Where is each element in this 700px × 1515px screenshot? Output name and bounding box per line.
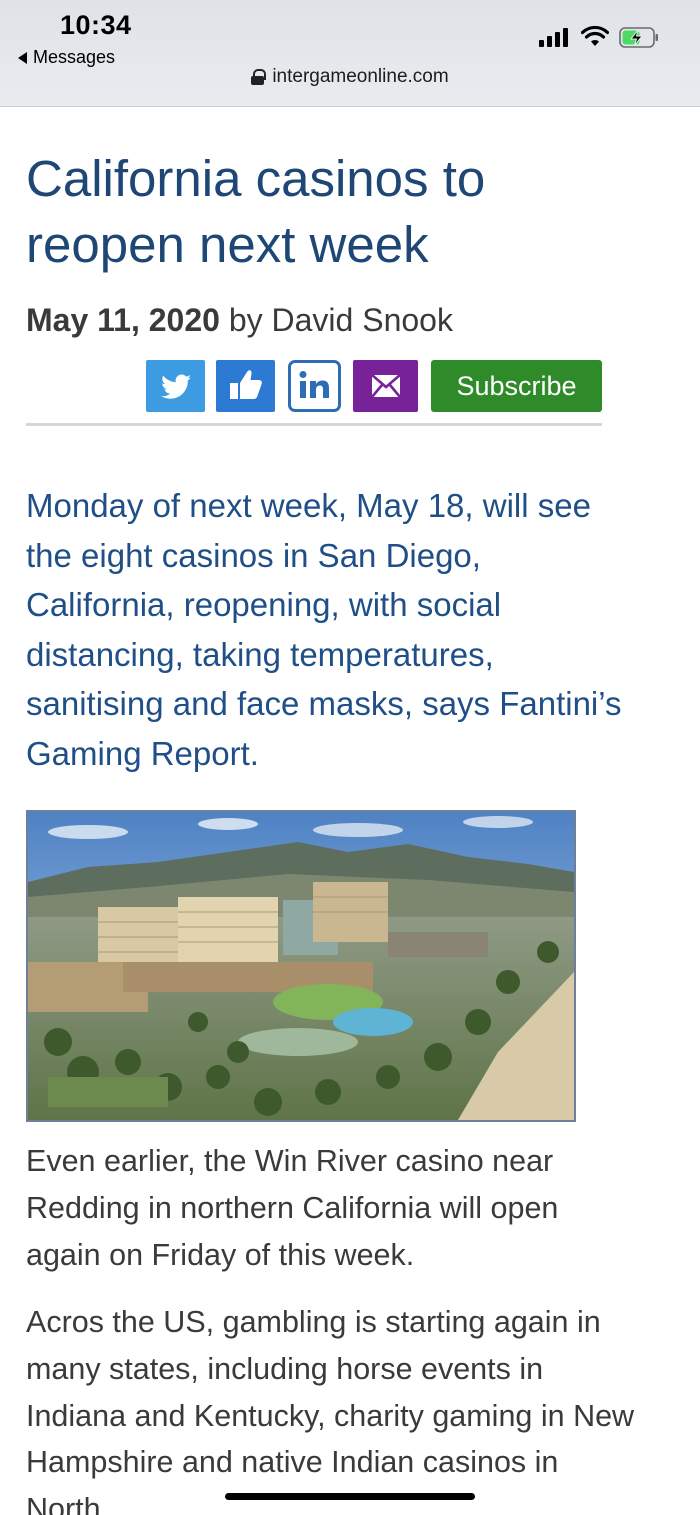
back-label: Messages: [33, 47, 116, 67]
byline: May 11, 2020 by David Snook: [26, 302, 453, 339]
share-facebook-button[interactable]: [216, 360, 275, 412]
linkedin-icon: [299, 371, 329, 398]
back-to-messages[interactable]: Messages: [18, 47, 115, 68]
share-linkedin-button[interactable]: [288, 360, 341, 412]
status-time: 10:34: [60, 10, 132, 40]
byline-by: by: [228, 302, 263, 338]
url-text: intergameonline.com: [272, 66, 449, 87]
share-email-button[interactable]: [353, 360, 418, 412]
article-author: David Snook: [271, 302, 453, 338]
header-divider: [26, 423, 602, 426]
facebook-like-icon: [229, 370, 262, 399]
share-twitter-button[interactable]: [146, 360, 205, 412]
casino-resort-photo: [26, 810, 576, 1122]
url-bar[interactable]: intergameonline.com: [0, 66, 700, 88]
battery-charging-icon: [619, 27, 658, 48]
article-date: May 11, 2020: [26, 302, 220, 338]
lock-icon: [251, 69, 267, 85]
twitter-icon: [160, 374, 191, 399]
browser-chrome: 10:34 Messages intergameonline.com: [0, 0, 700, 107]
subscribe-button[interactable]: Subscribe: [431, 360, 602, 412]
cellular-signal-icon: [539, 27, 568, 47]
wifi-icon: [581, 25, 609, 46]
back-arrow-icon: [18, 51, 27, 64]
email-icon: [370, 374, 401, 398]
home-indicator[interactable]: [225, 1493, 475, 1500]
article-paragraph-2: Acros the US, gambling is starting again…: [26, 1305, 635, 1515]
article-title: California casinos to reopen next week: [26, 150, 486, 273]
article-lead: Monday of next week, May 18, will see th…: [26, 487, 622, 772]
article-paragraph-1: Even earlier, the Win River casino near …: [26, 1144, 559, 1272]
